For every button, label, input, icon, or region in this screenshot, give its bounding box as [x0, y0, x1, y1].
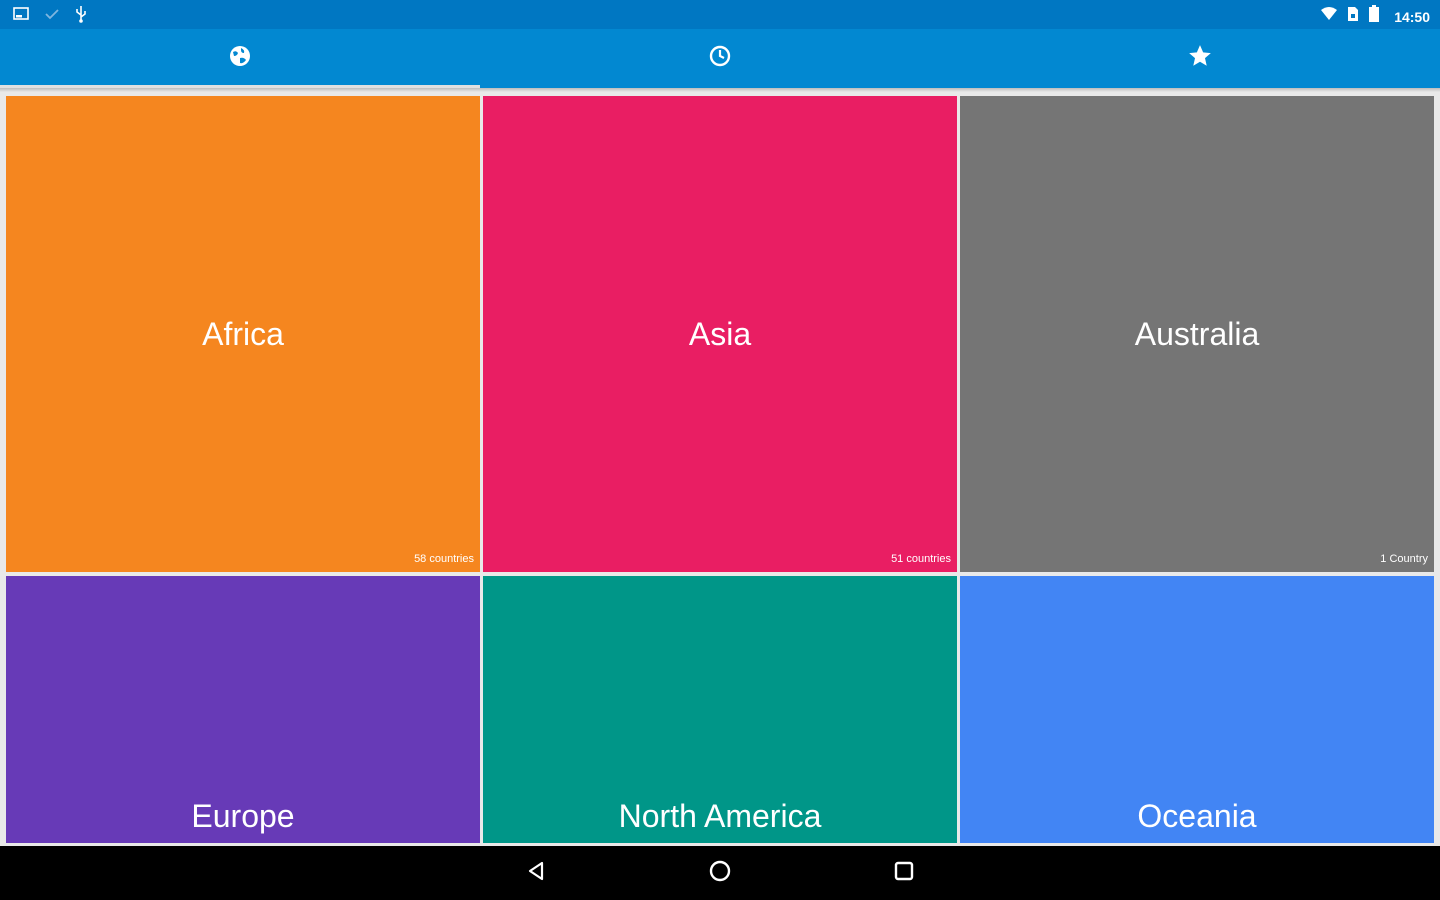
status-left-icons [12, 5, 88, 28]
recents-button[interactable] [886, 855, 922, 891]
tile-north-america[interactable]: North America [483, 576, 957, 843]
usb-icon [74, 5, 88, 28]
tile-africa[interactable]: Africa 58 countries [6, 96, 480, 572]
tab-bar [0, 29, 1440, 88]
star-icon [1187, 43, 1213, 74]
tab-recent[interactable] [480, 29, 960, 88]
sim-icon [1346, 6, 1360, 27]
recents-icon [893, 860, 915, 887]
tab-continents[interactable] [0, 29, 480, 88]
status-right-icons: 14:50 [1320, 5, 1430, 28]
home-icon [708, 859, 732, 888]
tile-count: 51 countries [891, 553, 951, 565]
tile-title: Africa [202, 316, 284, 352]
globe-icon [228, 44, 252, 73]
tile-europe[interactable]: Europe [6, 576, 480, 843]
tile-title: Europe [191, 798, 295, 834]
tile-oceania[interactable]: Oceania [960, 576, 1434, 843]
check-icon [44, 6, 60, 27]
screenshot-icon [12, 6, 30, 27]
tile-asia[interactable]: Asia 51 countries [483, 96, 957, 572]
status-bar: 14:50 [0, 0, 1440, 29]
tile-count: 58 countries [414, 553, 474, 565]
tile-title: North America [618, 798, 822, 834]
tab-bar-shadow [0, 88, 1440, 92]
back-icon [525, 860, 547, 887]
tile-title: Australia [1134, 316, 1260, 352]
battery-icon [1368, 5, 1380, 28]
continent-grid: Africa 58 countries Asia 51 countries Au… [6, 96, 1434, 843]
system-nav-bar [0, 846, 1440, 900]
status-time: 14:50 [1394, 8, 1430, 25]
tile-count: 1 Country [1380, 553, 1428, 565]
home-button[interactable] [702, 855, 738, 891]
clock-icon [708, 44, 732, 73]
tile-title: Asia [688, 316, 752, 352]
tab-favorites[interactable] [960, 29, 1440, 88]
tile-title: Oceania [1137, 798, 1257, 834]
wifi-icon [1320, 6, 1338, 27]
back-button[interactable] [518, 855, 554, 891]
tile-australia[interactable]: Australia 1 Country [960, 96, 1434, 572]
